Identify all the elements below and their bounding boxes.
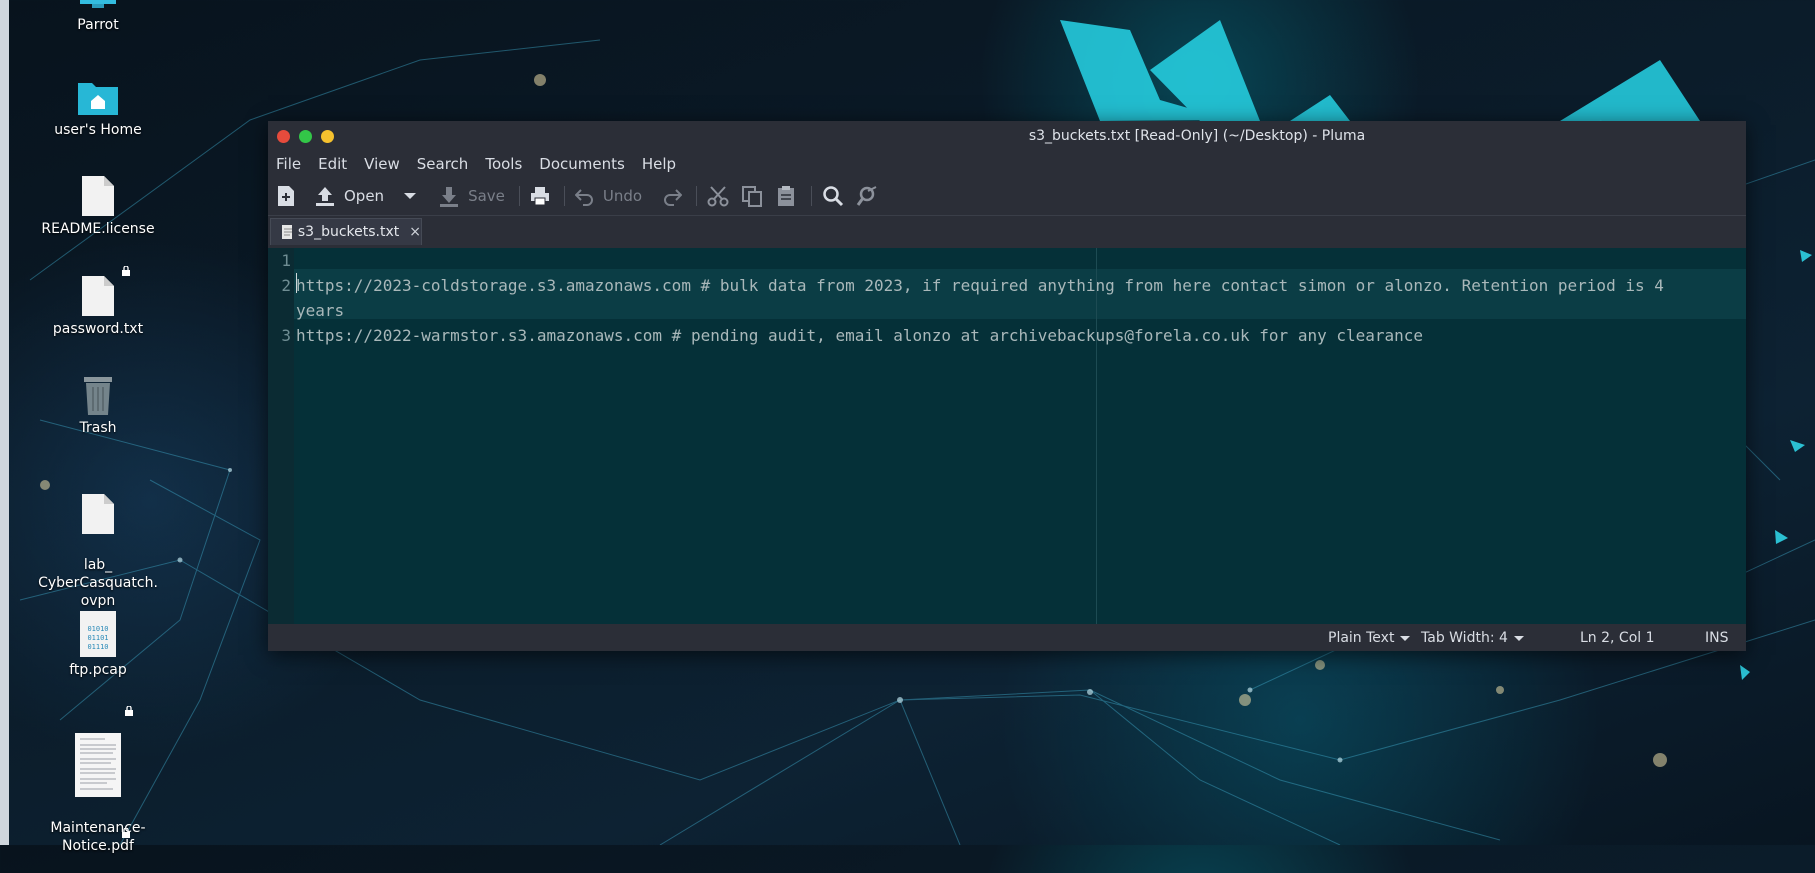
- desktop-icon-pdf[interactable]: Maintenance- Notice.pdf: [23, 715, 173, 873]
- binary-line: 01101: [87, 634, 109, 642]
- menu-view[interactable]: View: [364, 155, 400, 173]
- copy-icon: [742, 186, 763, 207]
- binary-line: 01010: [87, 625, 109, 633]
- text-file-icon: [282, 225, 292, 239]
- chevron-down-icon: [1513, 635, 1524, 641]
- print-button[interactable]: [530, 186, 550, 206]
- text-editor[interactable]: 1 2 3 https://2023-coldstorage.s3.amazon…: [268, 248, 1746, 624]
- undo-label: Undo: [602, 187, 643, 205]
- tab-bar: s3_buckets.txt ×: [268, 215, 1746, 246]
- cut-button[interactable]: [707, 185, 729, 207]
- window-title: s3_buckets.txt [Read-Only] (~/Desktop) -…: [1028, 128, 1366, 144]
- desktop-icon-trash[interactable]: Trash: [23, 375, 173, 437]
- language-label: Plain Text: [1328, 630, 1395, 646]
- save-label: Save: [468, 187, 505, 205]
- desktop-icon-label: lab_ CyberCasquatch. ovpn: [38, 557, 158, 609]
- pcap-file-icon: 01010 01101 01110: [80, 611, 116, 657]
- find-replace-button[interactable]: [856, 185, 878, 207]
- file-icon: [82, 494, 114, 534]
- lock-icon: [122, 828, 130, 838]
- close-tab-icon[interactable]: ×: [409, 224, 421, 240]
- code-line: https://2023-coldstorage.s3.amazonaws.co…: [296, 276, 1664, 295]
- desktop-icon-label: Maintenance- Notice.pdf: [50, 820, 146, 854]
- line-number: 2: [281, 276, 291, 295]
- menu-file[interactable]: File: [276, 155, 301, 173]
- desktop-icon-label: Parrot: [77, 17, 119, 33]
- desktop-icon-label: password.txt: [52, 321, 144, 337]
- print-icon: [530, 187, 549, 206]
- menu-help[interactable]: Help: [642, 155, 676, 173]
- pdf-document-icon: [75, 733, 121, 797]
- toolbar-separator: [811, 186, 813, 206]
- desktop-icon-pcap[interactable]: 01010 01101 01110 ftp.pcap: [23, 611, 173, 679]
- redo-icon: [664, 189, 683, 206]
- new-document-button[interactable]: [276, 185, 296, 207]
- text-cursor: [296, 273, 297, 293]
- new-document-icon: [278, 186, 294, 206]
- tab-s3-buckets[interactable]: s3_buckets.txt ×: [270, 218, 422, 245]
- scissors-icon: [707, 186, 729, 207]
- right-margin-line: [1096, 248, 1097, 624]
- search-icon: [823, 186, 844, 207]
- binary-line: 01110: [87, 643, 109, 651]
- find-replace-icon: [856, 186, 877, 206]
- trash-icon: [84, 377, 112, 415]
- save-button[interactable]: Save: [438, 185, 505, 207]
- lock-icon: [122, 266, 130, 276]
- computer-icon: [80, 0, 116, 8]
- menu-search[interactable]: Search: [417, 155, 469, 173]
- undo-icon: [574, 189, 593, 206]
- chevron-down-icon: [1400, 635, 1411, 641]
- toolbar-separator: [696, 186, 698, 206]
- desktop-icon-parrot[interactable]: Parrot: [23, 0, 173, 34]
- line-number-gutter: [268, 248, 294, 624]
- title-bar[interactable]: s3_buckets.txt [Read-Only] (~/Desktop) -…: [268, 121, 1746, 151]
- desktop-icon-readme[interactable]: README.license: [23, 176, 173, 238]
- desktop-icon-password[interactable]: password.txt: [23, 276, 173, 338]
- home-folder-icon: [78, 83, 118, 115]
- lock-icon: [125, 706, 133, 716]
- menu-bar: File Edit View Search Tools Documents He…: [268, 151, 1746, 177]
- language-selector[interactable]: Plain Text: [1328, 630, 1411, 646]
- find-button[interactable]: [822, 185, 844, 207]
- cursor-position: Ln 2, Col 1: [1580, 630, 1655, 646]
- insert-mode: INS: [1705, 630, 1729, 646]
- code-line: https://2022-warmstor.s3.amazonaws.com #…: [296, 326, 1424, 345]
- desktop-icon-label: Trash: [79, 420, 117, 436]
- code-line-wrapped: years: [296, 301, 345, 320]
- open-label: Open: [344, 187, 385, 205]
- open-icon: [316, 187, 334, 206]
- line-number: 3: [281, 326, 291, 345]
- save-icon: [440, 187, 459, 207]
- menu-documents[interactable]: Documents: [539, 155, 625, 173]
- undo-button[interactable]: Undo: [574, 186, 643, 206]
- toolbar-separator: [518, 186, 520, 206]
- tab-label: s3_buckets.txt: [297, 224, 400, 240]
- desktop-icon-home[interactable]: user's Home: [23, 77, 173, 139]
- menu-tools[interactable]: Tools: [485, 155, 522, 173]
- desktop-icon-label: user's Home: [54, 122, 142, 138]
- redo-button[interactable]: [662, 186, 683, 206]
- file-icon: [82, 176, 114, 216]
- desktop-icon-ovpn[interactable]: lab_ CyberCasquatch. ovpn: [23, 476, 173, 628]
- paste-button[interactable]: [775, 185, 797, 207]
- desktop-icon-label: ftp.pcap: [69, 662, 127, 678]
- desktop-icon-label: README.license: [41, 221, 155, 237]
- open-recent-dropdown[interactable]: [404, 192, 417, 200]
- menu-edit[interactable]: Edit: [318, 155, 347, 173]
- status-bar: Plain Text Tab Width: 4 Ln 2, Col 1 INS: [268, 624, 1746, 651]
- line-number: 1: [281, 251, 291, 270]
- pluma-window: s3_buckets.txt [Read-Only] (~/Desktop) -…: [268, 121, 1746, 651]
- clipboard-icon: [778, 186, 795, 206]
- file-icon: [82, 276, 114, 316]
- open-button[interactable]: Open: [314, 185, 384, 207]
- tab-width-label: Tab Width: 4: [1421, 630, 1508, 646]
- toolbar: Open Save Undo: [268, 177, 1746, 215]
- tab-width-selector[interactable]: Tab Width: 4: [1421, 630, 1524, 646]
- chevron-down-icon: [404, 193, 417, 199]
- toolbar-separator: [563, 186, 565, 206]
- copy-button[interactable]: [741, 185, 763, 207]
